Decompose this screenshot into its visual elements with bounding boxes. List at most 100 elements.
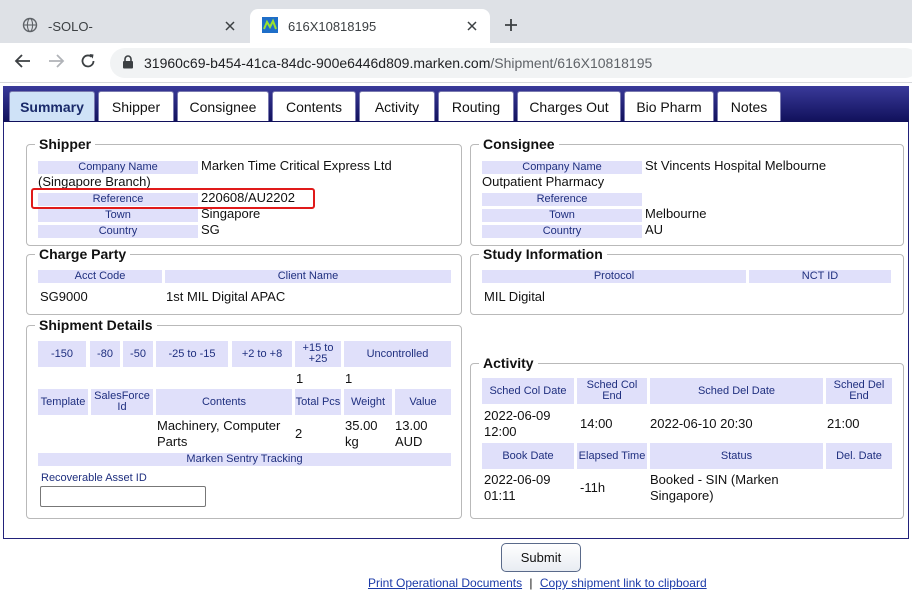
acct-code-value: SG9000	[40, 289, 88, 304]
temp-header: +15 to +25	[295, 341, 341, 367]
sched-col-date-value: 2022-06-09 12:00	[484, 408, 551, 439]
sentry-tracking-label: Marken Sentry Tracking	[38, 453, 451, 466]
browser-tabstrip: -SOLO- 616X10818195	[0, 0, 912, 43]
arrow-left-icon	[14, 52, 32, 75]
activity-group: Activity Sched Col Date Sched Col End Sc…	[470, 355, 904, 519]
recoverable-asset-label: Recoverable Asset ID	[38, 472, 158, 485]
salesforce-id-header: SalesForce Id	[91, 389, 153, 415]
protocol-label: Protocol	[482, 270, 746, 283]
sched-col-end-value: 14:00	[580, 416, 613, 431]
arrow-right-icon	[47, 52, 65, 75]
shipper-group: Shipper Company Name Marken Time Critica…	[26, 136, 462, 246]
activity-legend: Activity	[479, 355, 538, 371]
acct-code-label: Acct Code	[38, 270, 162, 283]
value-value: 13.00 AUD	[395, 418, 428, 449]
temp-header: +2 to +8	[232, 341, 292, 367]
client-name-label: Client Name	[165, 270, 451, 283]
footer-links: Print Operational Documents | Copy shipm…	[368, 576, 707, 590]
shipper-town-label: Town	[38, 209, 198, 222]
plus-icon	[504, 18, 518, 37]
sched-col-end-header: Sched Col End	[577, 378, 647, 404]
temp-header: -50	[123, 341, 153, 367]
browser-tab-title: -SOLO-	[48, 18, 93, 34]
study-info-legend: Study Information	[479, 246, 607, 262]
tab-notes[interactable]: Notes	[717, 91, 781, 121]
reload-icon	[79, 52, 97, 75]
consignee-reference-label: Reference	[482, 193, 642, 206]
temp-header: -150	[38, 341, 86, 367]
temp-header: -80	[90, 341, 120, 367]
reload-button[interactable]	[77, 52, 99, 74]
value-header: Value	[395, 389, 451, 415]
submit-button[interactable]: Submit	[501, 543, 581, 572]
globe-icon	[22, 17, 38, 36]
lock-icon[interactable]	[122, 54, 134, 72]
browser-tab-title: 616X10818195	[288, 18, 377, 34]
charge-party-legend: Charge Party	[35, 246, 131, 262]
recoverable-asset-input[interactable]	[40, 486, 206, 507]
consignee-town-value: Melbourne	[645, 206, 707, 221]
sched-col-date-header: Sched Col Date	[482, 378, 574, 404]
temp-value: 1	[345, 371, 353, 386]
tab-shipper[interactable]: Shipper	[98, 91, 174, 121]
consignee-legend: Consignee	[479, 136, 559, 152]
app-tabbar: Summary Shipper Consignee Contents Activ…	[3, 86, 909, 122]
contents-value: Machinery, Computer Parts	[157, 418, 281, 449]
book-date-value: 2022-06-09 01:11	[484, 472, 551, 503]
link-separator: |	[529, 576, 533, 590]
nct-id-label: NCT ID	[749, 270, 891, 283]
elapsed-time-value: -11h	[580, 480, 606, 495]
copy-shipment-link[interactable]: Copy shipment link to clipboard	[540, 576, 707, 590]
sched-del-date-header: Sched Del Date	[650, 378, 823, 404]
print-operational-documents-link[interactable]: Print Operational Documents	[368, 576, 522, 590]
elapsed-time-header: Elapsed Time	[577, 443, 647, 469]
status-value: Booked - SIN (Marken Singapore)	[650, 472, 779, 503]
tab-consignee[interactable]: Consignee	[177, 91, 269, 121]
study-info-group: Study Information Protocol NCT ID MIL Di…	[470, 246, 904, 315]
close-icon[interactable]	[464, 18, 480, 34]
browser-tab-solo[interactable]: -SOLO-	[8, 9, 248, 43]
consignee-group: Consignee Company Name St Vincents Hospi…	[470, 136, 904, 246]
close-icon[interactable]	[222, 18, 238, 34]
tab-contents[interactable]: Contents	[272, 91, 356, 121]
sched-del-end-header: Sched Del End	[826, 378, 892, 404]
client-name-value: 1st MIL Digital APAC	[166, 289, 286, 304]
tab-bio-pharm[interactable]: Bio Pharm	[624, 91, 714, 121]
total-pcs-header: Total Pcs	[295, 389, 341, 415]
tab-summary[interactable]: Summary	[9, 91, 95, 121]
book-date-header: Book Date	[482, 443, 574, 469]
contents-header: Contents	[156, 389, 292, 415]
consignee-country-value: AU	[645, 222, 664, 237]
tab-activity[interactable]: Activity	[359, 91, 435, 121]
weight-header: Weight	[344, 389, 392, 415]
total-pcs-value: 2	[295, 426, 303, 441]
browser-tab-shipment[interactable]: 616X10818195	[250, 9, 490, 43]
shipment-details-legend: Shipment Details	[35, 317, 157, 333]
tab-routing[interactable]: Routing	[438, 91, 514, 121]
back-button[interactable]	[12, 52, 34, 74]
del-date-header: Del. Date	[826, 443, 892, 469]
temp-value: 1	[296, 371, 304, 386]
template-header: Template	[38, 389, 88, 415]
reference-highlight-box	[31, 188, 315, 209]
status-header: Status	[650, 443, 823, 469]
marken-favicon-icon	[262, 16, 278, 36]
temp-header: Uncontrolled	[344, 341, 451, 367]
url-path: /Shipment/616X10818195	[490, 55, 653, 71]
charge-party-group: Charge Party Acct Code Client Name SG900…	[26, 246, 462, 315]
consignee-country-label: Country	[482, 225, 642, 238]
url-host: 31960c69-b454-41ca-84dc-900e6446d809.mar…	[144, 55, 491, 71]
address-bar[interactable]: 31960c69-b454-41ca-84dc-900e6446d809.mar…	[110, 48, 912, 78]
browser-toolbar: 31960c69-b454-41ca-84dc-900e6446d809.mar…	[0, 43, 912, 83]
shipper-country-value: SG	[201, 222, 220, 237]
weight-value: 35.00 kg	[345, 418, 378, 449]
shipper-company-value: Marken Time Critical Express Ltd (Singap…	[38, 158, 392, 189]
consignee-town-label: Town	[482, 209, 642, 222]
forward-button[interactable]	[45, 52, 67, 74]
sched-del-end-value: 21:00	[827, 416, 860, 431]
new-tab-button[interactable]	[500, 16, 522, 38]
tab-charges-out[interactable]: Charges Out	[517, 91, 621, 121]
shipment-details-group: Shipment Details -150 -80 -50 -25 to -15…	[26, 317, 462, 519]
sched-del-date-value: 2022-06-10 20:30	[650, 416, 753, 431]
temp-header: -25 to -15	[156, 341, 228, 367]
